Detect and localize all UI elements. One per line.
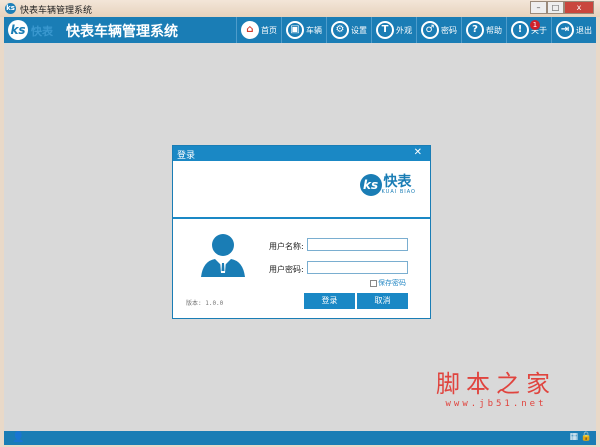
nav-label: 外观 — [396, 25, 412, 35]
grid-icon[interactable]: ▦ — [569, 432, 578, 442]
info-icon: ! — [511, 21, 529, 39]
dialog-title: 登录 — [177, 151, 196, 161]
password-input[interactable] — [307, 261, 408, 274]
logo-icon: ks — [8, 20, 28, 40]
cancel-button[interactable]: 取消 — [357, 293, 408, 309]
home-icon: ⌂ — [241, 21, 259, 39]
dialog-titlebar: 登录 ✕ — [173, 146, 430, 161]
logo-cn: 快表 — [383, 174, 412, 190]
nav-exit[interactable]: ⇥ 退出 — [551, 17, 596, 43]
help-icon: ? — [466, 21, 484, 39]
nav-about[interactable]: ! 关于 1 — [506, 17, 551, 43]
remember-label: 保存密码 — [378, 279, 406, 287]
password-label: 用户密码: — [269, 265, 304, 274]
minimize-button[interactable]: – — [530, 1, 547, 14]
close-button[interactable]: x — [564, 1, 594, 14]
logo-mark: ks — [359, 174, 382, 196]
watermark: 脚本之家 www.jb51.net — [436, 364, 556, 409]
login-dialog: 登录 ✕ ks 快表 KUAI BIAO 用户名称: 用户密码: 保存密码 版本:… — [172, 145, 431, 319]
nav-password[interactable]: ♂ 密码 — [416, 17, 461, 43]
maximize-button[interactable]: □ — [547, 1, 564, 14]
main-nav: ⌂ 首页 ▣ 车辆 ⚙ 设置 T 外观 ♂ 密码 ? 帮助 ! 关于 1 ⇥ 退出 — [236, 17, 596, 43]
version-text: 版本: 1.0.0 — [186, 300, 224, 307]
app-icon: ks — [5, 3, 16, 14]
window-title: 快表车辆管理系统 — [20, 6, 93, 16]
username-input[interactable] — [307, 238, 408, 251]
watermark-cn: 脚本之家 — [436, 370, 556, 398]
key-icon: ♂ — [421, 21, 439, 39]
nav-help[interactable]: ? 帮助 — [461, 17, 506, 43]
status-bar: 👤 ▦ 🔒 — [4, 431, 596, 445]
user-avatar-icon — [201, 234, 245, 277]
logo-en: KUAI BIAO — [381, 189, 416, 195]
shirt-icon: T — [376, 21, 394, 39]
nav-appearance[interactable]: T 外观 — [371, 17, 416, 43]
nav-vehicles[interactable]: ▣ 车辆 — [281, 17, 326, 43]
remember-password-checkbox[interactable]: 保存密码 — [370, 278, 406, 288]
nav-settings[interactable]: ⚙ 设置 — [326, 17, 371, 43]
vehicle-icon: ▣ — [286, 21, 304, 39]
dialog-close-button[interactable]: ✕ — [414, 147, 422, 158]
nav-label: 首页 — [261, 25, 277, 35]
logo-text: 快表 — [31, 25, 53, 38]
nav-label: 设置 — [351, 25, 367, 35]
exit-icon: ⇥ — [556, 21, 574, 39]
gear-icon: ⚙ — [331, 21, 349, 39]
app-title: 快表车辆管理系统 — [66, 24, 178, 40]
dialog-logo: ks 快表 KUAI BIAO — [359, 174, 416, 196]
nav-label: 密码 — [441, 25, 457, 35]
window-titlebar: ks 快表车辆管理系统 – □ x — [0, 0, 600, 17]
nav-home[interactable]: ⌂ 首页 — [236, 17, 281, 43]
checkbox-box[interactable] — [370, 279, 377, 287]
watermark-url: www.jb51.net — [445, 399, 547, 409]
nav-label: 退出 — [576, 25, 592, 35]
login-button[interactable]: 登录 — [304, 293, 355, 309]
app-header: ks 快表 快表车辆管理系统 ⌂ 首页 ▣ 车辆 ⚙ 设置 T 外观 ♂ 密码 ? 帮助 !… — [4, 17, 596, 43]
lock-icon[interactable]: 🔒 — [581, 432, 592, 442]
nav-label: 帮助 — [486, 25, 502, 35]
username-label: 用户名称: — [269, 242, 304, 251]
user-icon[interactable]: 👤 — [12, 432, 24, 443]
notification-badge: 1 — [530, 20, 540, 30]
divider — [173, 217, 430, 219]
nav-label: 车辆 — [306, 25, 322, 35]
